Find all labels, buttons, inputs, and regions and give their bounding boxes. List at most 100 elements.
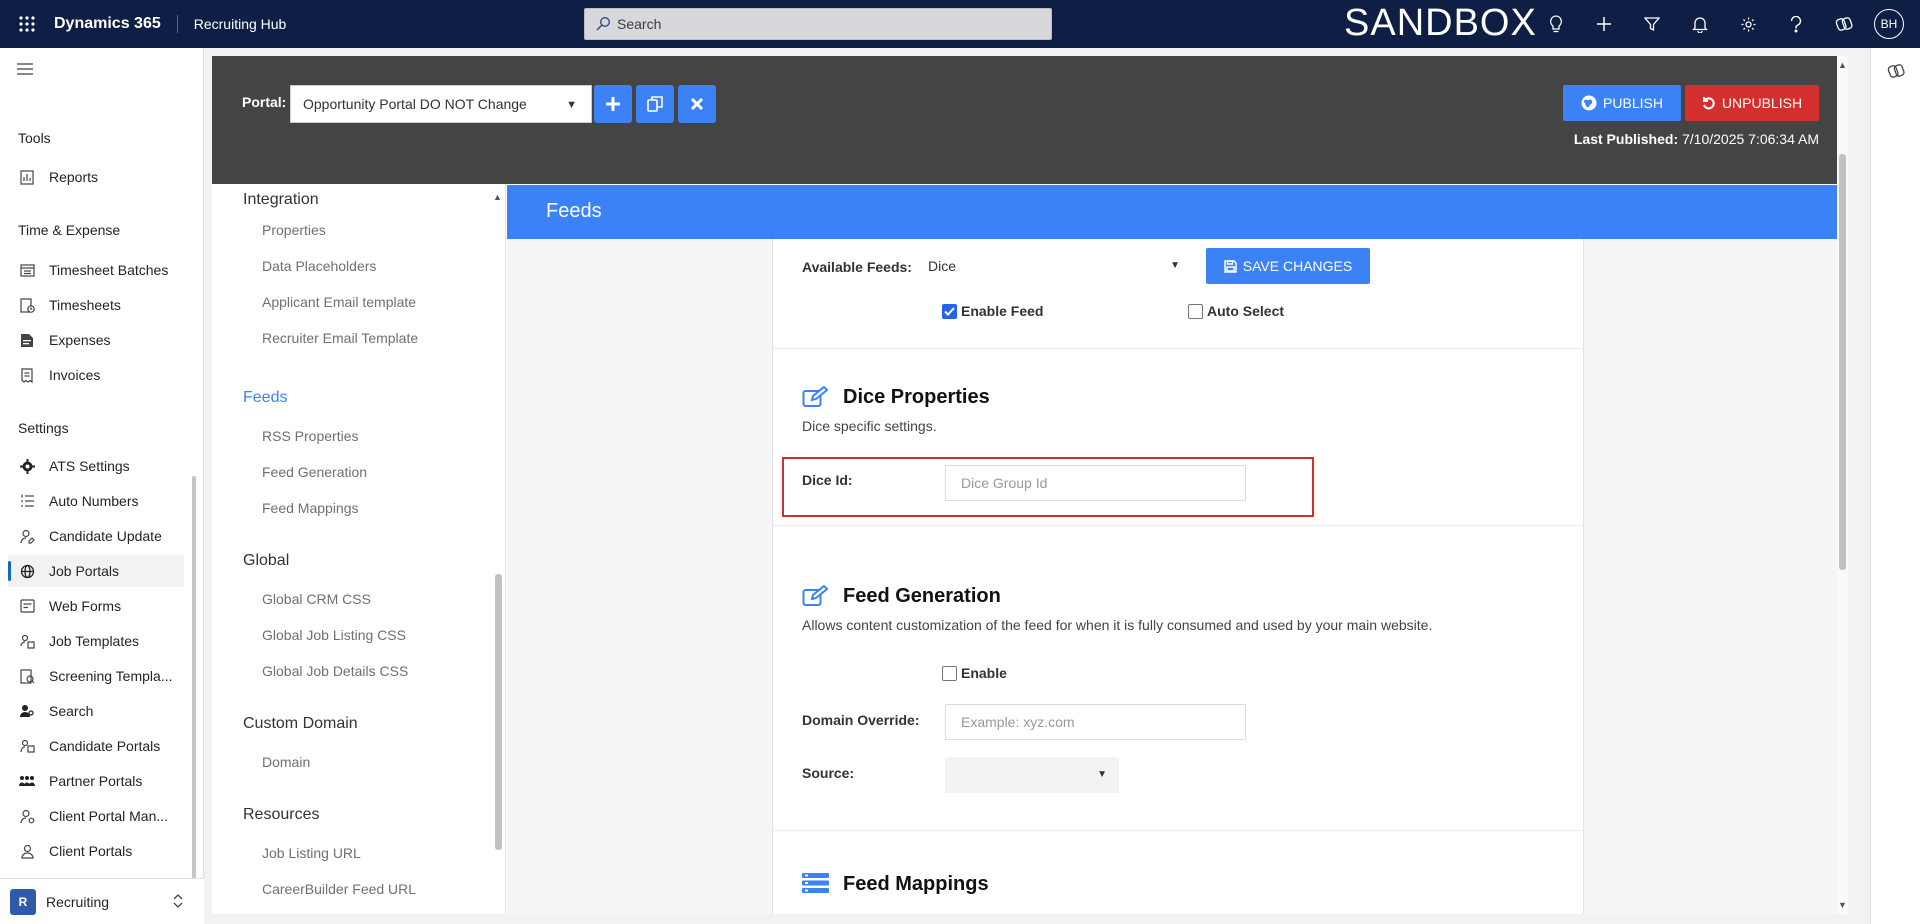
nav-item-web-forms[interactable]: Web Forms xyxy=(8,590,184,622)
area-switcher[interactable]: R Recruiting xyxy=(0,878,204,924)
scroll-up-arrow-icon[interactable]: ▲ xyxy=(493,192,502,202)
tree-item-applicant-email-template[interactable]: Applicant Email template xyxy=(262,294,416,310)
portal-select[interactable]: Opportunity Portal DO NOT Change ▼ xyxy=(290,85,592,123)
scrollbar-thumb[interactable] xyxy=(1839,154,1846,570)
tree-item-job-listing-url[interactable]: Job Listing URL xyxy=(262,845,361,861)
app-launcher-icon[interactable] xyxy=(0,0,54,48)
tree-item-properties[interactable]: Properties xyxy=(262,222,326,238)
environment-label: SANDBOX xyxy=(1344,2,1537,44)
tree-section-custom-domain[interactable]: Custom Domain xyxy=(243,715,358,733)
partners-icon xyxy=(18,772,36,790)
tree-item-feed-generation[interactable]: Feed Generation xyxy=(262,464,367,480)
help-icon[interactable] xyxy=(1772,0,1820,48)
enable-generation-checkbox[interactable]: Enable xyxy=(942,665,1007,681)
enable-feed-checkbox[interactable]: Enable Feed xyxy=(942,303,1043,319)
portal-select-value: Opportunity Portal DO NOT Change xyxy=(303,96,527,112)
delete-portal-button[interactable] xyxy=(678,85,716,123)
nav-item-client-portal-management[interactable]: Client Portal Man... xyxy=(8,800,184,832)
nav-item-expenses[interactable]: Expenses xyxy=(8,324,184,356)
tree-scrollbar[interactable] xyxy=(495,574,502,850)
nav-item-invoices[interactable]: Invoices xyxy=(8,359,184,391)
nav-item-candidate-update[interactable]: Candidate Update xyxy=(8,520,184,552)
gear-icon[interactable] xyxy=(1724,0,1772,48)
available-feeds-select[interactable]: Dice ▼ xyxy=(916,248,1192,284)
app-name[interactable]: Dynamics 365 xyxy=(54,15,178,33)
last-published-value: 7/10/2025 7:06:34 AM xyxy=(1682,131,1819,147)
tree-section-global[interactable]: Global xyxy=(243,552,289,570)
user-avatar[interactable]: BH xyxy=(1874,9,1904,39)
tree-item-data-placeholders[interactable]: Data Placeholders xyxy=(262,258,376,274)
list-icon xyxy=(802,873,829,898)
nav-item-partner-portals[interactable]: Partner Portals xyxy=(8,765,184,797)
source-select[interactable]: ▼ xyxy=(945,757,1119,793)
edit-icon xyxy=(802,584,829,612)
tree-item-recruiter-email-template[interactable]: Recruiter Email Template xyxy=(262,330,418,346)
nav-item-label: Candidate Update xyxy=(49,528,162,544)
tree-item-feed-mappings[interactable]: Feed Mappings xyxy=(262,500,359,516)
close-icon xyxy=(690,97,704,111)
app-area-name[interactable]: Recruiting Hub xyxy=(178,16,287,32)
nav-item-label: Timesheet Batches xyxy=(49,262,169,278)
nav-item-ats-settings[interactable]: ATS Settings xyxy=(8,450,184,482)
scroll-up-arrow-icon[interactable]: ▲ xyxy=(1838,60,1847,70)
nav-group-time-expense: Time & Expense xyxy=(18,222,121,238)
tree-item-rss-properties[interactable]: RSS Properties xyxy=(262,428,358,444)
scroll-down-arrow-icon[interactable]: ▼ xyxy=(1838,900,1847,910)
tree-item-careerbuilder-feed-url[interactable]: CareerBuilder Feed URL xyxy=(262,881,416,897)
dropdown-arrow-icon: ▼ xyxy=(1097,769,1107,780)
expand-collapse-icon xyxy=(172,893,184,912)
people-search-icon xyxy=(18,702,36,720)
domain-override-placeholder: Example: xyz.com xyxy=(961,714,1075,730)
area-label: Recruiting xyxy=(46,893,110,910)
nav-group-settings: Settings xyxy=(18,420,69,436)
frame-scrollbar[interactable]: ▲ ▼ xyxy=(1837,56,1848,914)
nav-scrollbar[interactable] xyxy=(192,476,196,896)
save-changes-button[interactable]: SAVE CHANGES xyxy=(1206,248,1370,284)
tree-item-global-crm-css[interactable]: Global CRM CSS xyxy=(262,591,371,607)
section-banner: Feeds xyxy=(507,185,1848,239)
settings-tree: ▲ Integration Properties Data Placeholde… xyxy=(212,184,506,914)
left-navigation: Tools Reports Time & Expense Timesheet B… xyxy=(0,48,204,924)
copilot-icon[interactable] xyxy=(1820,0,1868,48)
nav-item-timesheet-batches[interactable]: Timesheet Batches xyxy=(8,254,184,286)
domain-override-input[interactable]: Example: xyz.com xyxy=(945,704,1246,740)
add-portal-button[interactable] xyxy=(594,85,632,123)
nav-item-label: Candidate Portals xyxy=(49,738,161,754)
nav-item-label: Reports xyxy=(49,169,99,185)
nav-item-auto-numbers[interactable]: Auto Numbers xyxy=(8,485,184,517)
lightbulb-icon[interactable] xyxy=(1532,0,1580,48)
filter-icon[interactable] xyxy=(1628,0,1676,48)
hamburger-menu-icon[interactable] xyxy=(16,62,34,81)
tree-item-global-job-listing-css[interactable]: Global Job Listing CSS xyxy=(262,627,406,643)
unpublish-button[interactable]: UNPUBLISH xyxy=(1685,85,1819,121)
nav-item-reports[interactable]: Reports xyxy=(8,161,184,193)
portal-header: Portal: Opportunity Portal DO NOT Change… xyxy=(212,56,1848,184)
nav-item-client-portals[interactable]: Client Portals xyxy=(8,835,184,867)
nav-item-search[interactable]: Search xyxy=(8,695,184,727)
copy-portal-button[interactable] xyxy=(636,85,674,123)
search-input[interactable]: Search xyxy=(584,8,1052,40)
auto-select-label: Auto Select xyxy=(1207,303,1285,319)
nav-item-job-portals[interactable]: Job Portals xyxy=(8,555,184,587)
enable-label: Enable xyxy=(961,665,1007,681)
copilot-icon[interactable] xyxy=(1887,62,1905,85)
nav-item-label: Auto Numbers xyxy=(49,493,139,509)
tree-section-resources[interactable]: Resources xyxy=(243,806,319,824)
tree-item-global-job-details-css[interactable]: Global Job Details CSS xyxy=(262,663,408,679)
auto-select-checkbox[interactable]: Auto Select xyxy=(1188,303,1284,319)
tree-section-integration[interactable]: Integration xyxy=(243,191,319,209)
divider xyxy=(773,348,1585,349)
nav-item-candidate-portals[interactable]: Candidate Portals xyxy=(8,730,184,762)
tree-item-domain[interactable]: Domain xyxy=(262,754,310,770)
highlight-box xyxy=(782,457,1314,517)
plus-icon[interactable] xyxy=(1580,0,1628,48)
nav-item-job-templates[interactable]: Job Templates xyxy=(8,625,184,657)
dice-properties-description: Dice specific settings. xyxy=(802,418,937,434)
publish-button[interactable]: PUBLISH xyxy=(1563,85,1681,121)
globe-icon xyxy=(18,562,36,580)
nav-item-timesheets[interactable]: Timesheets xyxy=(8,289,184,321)
nav-item-screening-templates[interactable]: Screening Templa... xyxy=(8,660,184,692)
report-icon xyxy=(18,168,36,186)
tree-section-feeds[interactable]: Feeds xyxy=(243,389,287,407)
bell-icon[interactable] xyxy=(1676,0,1724,48)
